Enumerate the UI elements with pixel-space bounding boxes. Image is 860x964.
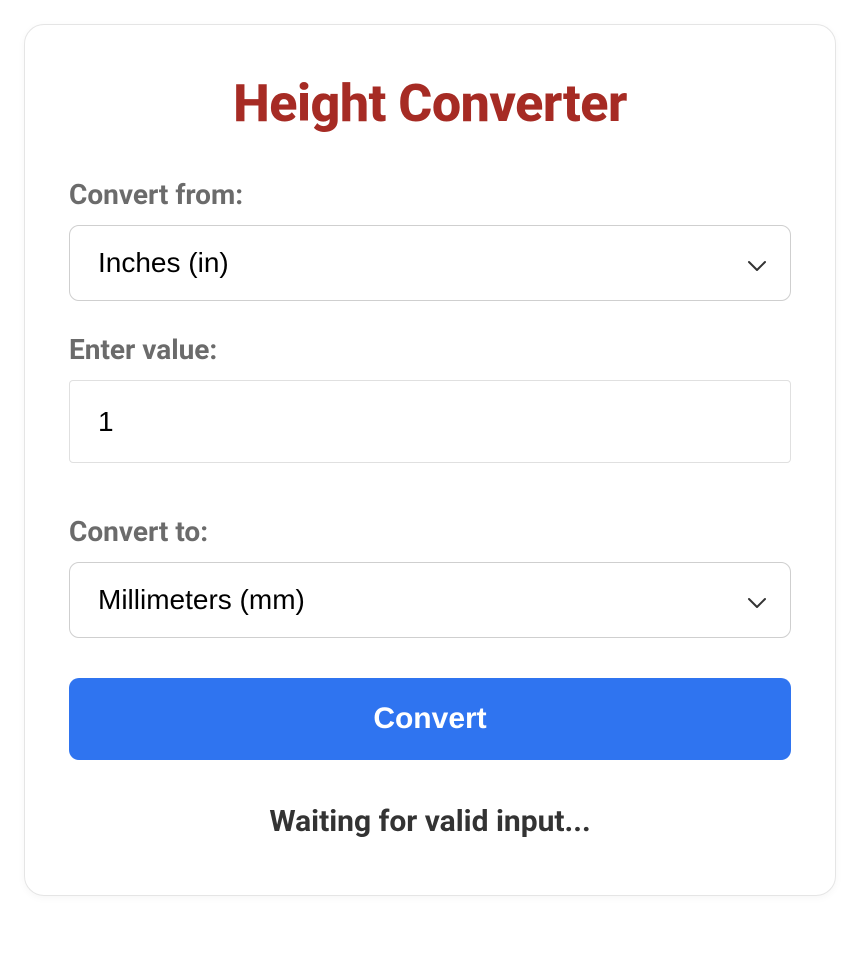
spacer [69, 495, 791, 515]
convert-from-select-wrapper: Inches (in) [69, 225, 791, 301]
enter-value-label: Enter value: [69, 333, 791, 366]
value-input[interactable] [69, 380, 791, 464]
convert-button[interactable]: Convert [69, 678, 791, 760]
convert-from-select[interactable]: Inches (in) [69, 225, 791, 301]
convert-to-select-wrapper: Millimeters (mm) [69, 562, 791, 638]
converter-card: Height Converter Convert from: Inches (i… [24, 24, 836, 896]
convert-to-select[interactable]: Millimeters (mm) [69, 562, 791, 638]
status-message: Waiting for valid input... [69, 804, 791, 839]
page-title: Height Converter [69, 73, 791, 134]
convert-to-label: Convert to: [69, 515, 791, 548]
enter-value-group: Enter value: [69, 333, 791, 464]
convert-from-group: Convert from: Inches (in) [69, 178, 791, 301]
convert-to-group: Convert to: Millimeters (mm) [69, 515, 791, 638]
convert-from-label: Convert from: [69, 178, 791, 211]
